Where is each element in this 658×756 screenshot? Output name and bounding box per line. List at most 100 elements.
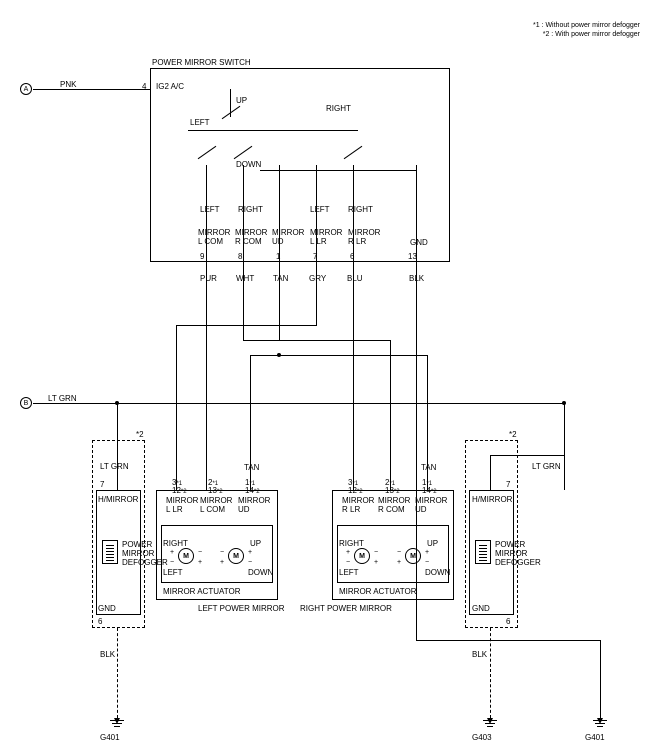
- left-m2-down: DOWN: [248, 568, 273, 577]
- term9-name: MIRROR L COM: [198, 228, 230, 246]
- term8-pin: 8: [238, 252, 242, 261]
- term9-pin: 9: [200, 252, 204, 261]
- left-motor-ud-icon: M: [228, 548, 244, 564]
- right-m1-right: RIGHT: [339, 539, 364, 548]
- right-blk: BLK: [472, 650, 487, 659]
- sw-right2: RIGHT: [238, 205, 263, 214]
- left-gnd-wire: [117, 628, 118, 718]
- sw-h1: [188, 130, 358, 131]
- left-gnd-pin: 6: [98, 617, 102, 626]
- right-m2-minus-icon: +: [395, 558, 403, 566]
- right-m1-plus2-icon: +: [372, 558, 380, 566]
- term8-name: MIRROR R COM: [235, 228, 267, 246]
- sw-left: LEFT: [190, 118, 210, 127]
- sw-right3: RIGHT: [348, 205, 373, 214]
- right-m2-down: DOWN: [425, 568, 450, 577]
- w9: [206, 165, 207, 490]
- left-t1-sub: 14*2: [245, 486, 260, 495]
- right-gnd-wire: [490, 628, 491, 718]
- right-actuator-title: MIRROR ACTUATOR: [339, 587, 416, 596]
- right-t1-name: MIRROR UD: [415, 496, 447, 514]
- left-ground-icon: [110, 720, 124, 730]
- sw-right: RIGHT: [326, 104, 351, 113]
- left-ltgrn: LT GRN: [100, 462, 129, 471]
- left-defogger-icon: [102, 540, 118, 564]
- left-blk: BLK: [100, 650, 115, 659]
- right-m1-plus-icon: +: [344, 548, 352, 556]
- sw-left3: LEFT: [310, 205, 330, 214]
- w13-color: BLK: [409, 274, 424, 283]
- left-star: *2: [136, 430, 144, 439]
- left-m2-up: UP: [250, 539, 261, 548]
- w6: [353, 165, 354, 490]
- right-m2-plus2-icon: −: [423, 558, 431, 566]
- right-t2-sub: 13*2: [385, 486, 400, 495]
- right-t3-name: MIRROR R LR: [342, 496, 374, 514]
- route-h2: [243, 340, 391, 341]
- right-ground-label: G403: [472, 733, 492, 742]
- left-t1-name: MIRROR UD: [238, 496, 270, 514]
- left-t2-sub: 13*2: [208, 486, 223, 495]
- right-m2-minus2-icon: +: [423, 548, 431, 556]
- left-m2-plus-icon: −: [218, 548, 226, 556]
- right-m2-plus-icon: −: [395, 548, 403, 556]
- route-v2: [390, 340, 391, 490]
- w9-color: PUR: [200, 274, 217, 283]
- right2-ground-icon: [593, 720, 607, 730]
- left-m1-minus-icon: −: [168, 558, 176, 566]
- left-hmirror: H/MIRROR: [98, 495, 138, 504]
- legend-note2: *2 : With power mirror defogger: [543, 31, 640, 38]
- left-m1-minus2-icon: −: [196, 548, 204, 556]
- sw-up: UP: [236, 96, 247, 105]
- term13-name: GND: [410, 238, 428, 247]
- left-actuator-wire-ud: [250, 355, 251, 490]
- switch-title: POWER MIRROR SWITCH: [152, 58, 251, 67]
- left-m1-left: LEFT: [163, 568, 183, 577]
- right-star: *2: [509, 430, 517, 439]
- left-t2-name: MIRROR L COM: [200, 496, 232, 514]
- wire-a: [33, 89, 150, 90]
- right-mirror-title: RIGHT POWER MIRROR: [300, 604, 392, 613]
- term7-name: MIRROR L LR: [310, 228, 342, 246]
- left-pin7: 7: [100, 480, 104, 489]
- right-m1-minus-icon: −: [344, 558, 352, 566]
- right-tan: TAN: [421, 463, 436, 472]
- w7: [316, 165, 317, 325]
- input-a-icon: A: [20, 83, 32, 95]
- legend-note1: *1 : Without power mirror defogger: [533, 22, 640, 29]
- sw-gnd-bus: [260, 170, 417, 171]
- input-b-icon: B: [20, 397, 32, 409]
- w1: [279, 165, 280, 340]
- right-ltgrn: LT GRN: [532, 462, 561, 471]
- right-gnd-label: GND: [472, 604, 490, 613]
- left-m1-plus2-icon: +: [196, 558, 204, 566]
- b-right-v: [564, 403, 565, 455]
- left-actuator-title: MIRROR ACTUATOR: [163, 587, 240, 596]
- left-mirror-title: LEFT POWER MIRROR: [198, 604, 285, 613]
- right-gnd-pin: 6: [506, 617, 510, 626]
- right2-ground-label: G401: [585, 733, 605, 742]
- left-m2-minus2-icon: +: [246, 548, 254, 556]
- w6-color: BLU: [347, 274, 363, 283]
- right-defogger-icon: [475, 540, 491, 564]
- right-hmirror: H/MIRROR: [472, 495, 512, 504]
- w8: [243, 165, 244, 340]
- route-h3: [279, 355, 428, 356]
- blk-h: [416, 640, 600, 641]
- left-tan: TAN: [244, 463, 259, 472]
- right-t3-sub: 12*2: [348, 486, 363, 495]
- left-t3-name: MIRROR L LR: [166, 496, 198, 514]
- w8-color: WHT: [236, 274, 254, 283]
- wire-a-color: PNK: [60, 80, 76, 89]
- left-ground-label: G401: [100, 733, 120, 742]
- wire-b-color: LT GRN: [48, 394, 77, 403]
- right-defogger-label: POWER MIRROR DEFOGGER: [495, 540, 541, 567]
- junction-1: [277, 353, 281, 357]
- b-right-v2: [490, 455, 491, 490]
- route-h3b: [250, 355, 279, 356]
- left-motor-lr-icon: M: [178, 548, 194, 564]
- pin4-label: IG2 A/C: [156, 82, 184, 91]
- route-v1: [176, 325, 177, 490]
- right-t2-name: MIRROR R COM: [378, 496, 410, 514]
- right-t1-sub: 14*2: [422, 486, 437, 495]
